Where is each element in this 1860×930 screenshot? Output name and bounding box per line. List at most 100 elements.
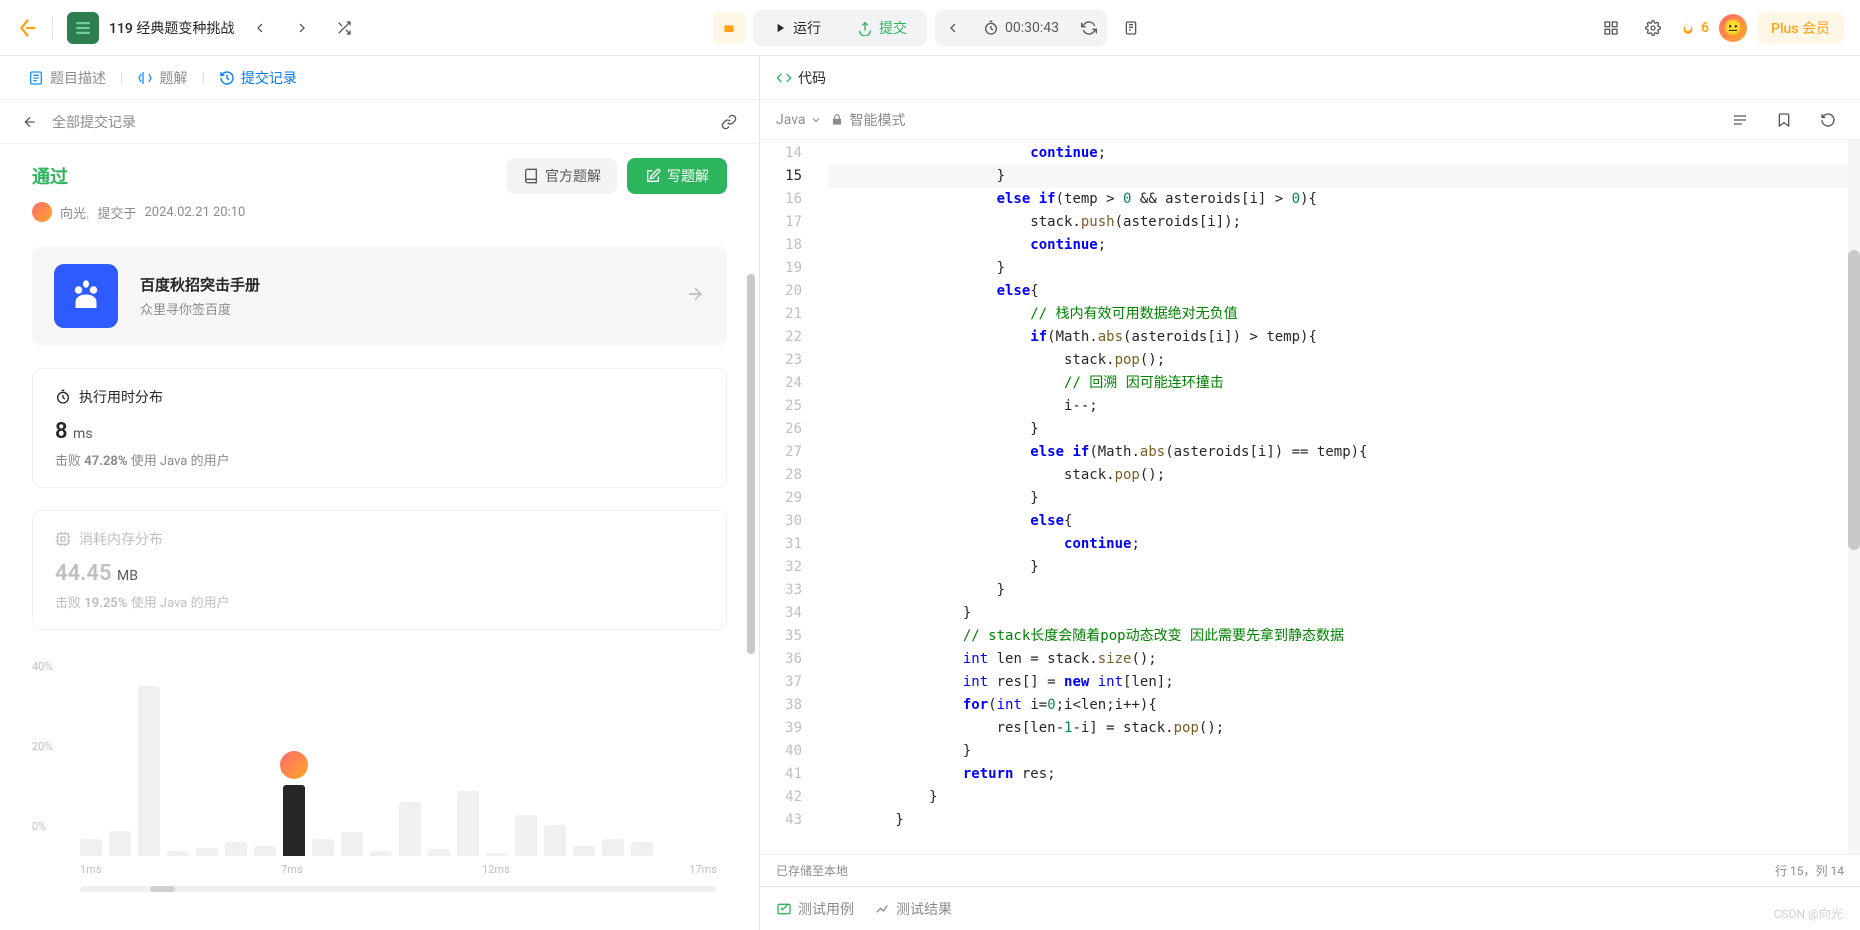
code-tab-label: 代码 — [798, 68, 826, 88]
chart-bar[interactable] — [341, 832, 363, 856]
shuffle-button[interactable] — [328, 12, 360, 44]
smart-mode-toggle[interactable]: 智能模式 — [830, 110, 906, 130]
tab-label: 提交记录 — [241, 68, 297, 88]
tab-submissions[interactable]: 提交记录 — [209, 56, 307, 100]
y-axis-label: 0% — [32, 820, 46, 833]
chart-bar[interactable] — [631, 842, 653, 856]
tab-label: 题解 — [159, 68, 187, 88]
write-solution-button[interactable]: 写题解 — [627, 158, 727, 194]
settings-button[interactable] — [1637, 12, 1669, 44]
code-editor[interactable]: 1415161718192021222324252627282930313233… — [760, 140, 1860, 854]
tab-testcases[interactable]: 测试用例 — [776, 899, 854, 919]
back-button[interactable] — [18, 110, 42, 134]
chart-bar[interactable] — [602, 839, 624, 856]
bookmark-button[interactable] — [1768, 104, 1800, 136]
chart-bar[interactable] — [254, 846, 276, 856]
y-axis-label: 40% — [32, 660, 52, 673]
code-tab[interactable]: 代码 — [776, 68, 826, 88]
chart-bar[interactable] — [283, 785, 305, 856]
tab-label: 题目描述 — [50, 68, 106, 88]
chart-bar[interactable] — [428, 849, 450, 856]
submit-button[interactable]: 提交 — [839, 12, 925, 44]
author-name[interactable]: 向光. — [60, 203, 89, 222]
chart-bar[interactable] — [80, 839, 102, 856]
save-status: 已存储至本地 — [776, 862, 848, 879]
timer-display[interactable]: 00:30:43 — [973, 12, 1069, 44]
breadcrumb-all[interactable]: 全部提交记录 — [52, 112, 136, 132]
format-button[interactable] — [1724, 104, 1756, 136]
tab-solution[interactable]: 题解 — [127, 56, 197, 100]
chart-scrollbar[interactable] — [80, 886, 717, 892]
tab-separator: | — [120, 70, 123, 86]
run-label: 运行 — [793, 18, 821, 38]
chart-bar[interactable] — [544, 825, 566, 856]
divider — [52, 16, 53, 40]
cursor-position: 行 15，列 14 — [1775, 862, 1844, 879]
smart-mode-label: 智能模式 — [850, 110, 906, 130]
official-solution-label: 官方题解 — [545, 166, 601, 186]
chart-bar[interactable] — [312, 839, 334, 856]
streak-display[interactable]: 6 — [1679, 19, 1709, 37]
timer-prev-button[interactable] — [937, 12, 969, 44]
notes-button[interactable] — [1115, 12, 1147, 44]
chart-bar[interactable] — [486, 853, 508, 856]
tab-label: 测试结果 — [896, 899, 952, 919]
language-selector[interactable]: Java — [776, 112, 822, 128]
tab-results[interactable]: 测试结果 — [874, 899, 952, 919]
official-solution-button[interactable]: 官方题解 — [507, 158, 617, 194]
next-problem-button[interactable] — [286, 12, 318, 44]
run-submit-group: 运行 提交 — [753, 10, 927, 46]
memory-beats-pct: 19.25% — [84, 596, 127, 611]
chart-bar[interactable] — [138, 686, 160, 856]
submit-label: 提交 — [879, 18, 907, 38]
chart-bar[interactable] — [109, 831, 131, 857]
chart-bar[interactable] — [515, 815, 537, 856]
timer-group: 00:30:43 — [935, 10, 1107, 46]
chart-bar[interactable] — [196, 848, 218, 857]
tab-label: 测试用例 — [798, 899, 854, 919]
author-avatar[interactable] — [32, 202, 52, 222]
memory-title: 消耗内存分布 — [79, 529, 163, 549]
watermark: CSDN @向光. — [1774, 905, 1846, 922]
problem-title[interactable]: 119 经典题变种挑战 — [109, 18, 234, 38]
layout-button[interactable] — [1595, 12, 1627, 44]
debug-icon[interactable] — [713, 12, 745, 44]
submitted-label: 提交于 — [97, 203, 136, 222]
runtime-title: 执行用时分布 — [79, 387, 163, 407]
arrow-right-icon — [685, 284, 705, 308]
problem-list-icon[interactable] — [67, 12, 99, 44]
timer-value: 00:30:43 — [1005, 20, 1059, 36]
memory-unit: MB — [117, 568, 138, 584]
streak-value: 6 — [1701, 20, 1709, 36]
runtime-unit: ms — [73, 426, 93, 442]
timer-reset-button[interactable] — [1073, 12, 1105, 44]
chart-bar[interactable] — [399, 802, 421, 856]
language-value: Java — [776, 112, 806, 128]
leetcode-logo-icon[interactable] — [16, 17, 38, 39]
editor-scrollbar[interactable] — [1848, 140, 1860, 854]
submitted-timestamp: 2024.02.21 20:10 — [144, 205, 245, 220]
promo-subtitle: 众里寻你签百度 — [140, 299, 663, 318]
runtime-card: 执行用时分布 8 ms 击败 47.28% 使用 Java 的用户 — [32, 368, 727, 488]
chart-bar[interactable] — [573, 846, 595, 856]
left-scrollbar[interactable] — [747, 274, 755, 920]
chart-bar[interactable] — [370, 851, 392, 856]
copy-link-button[interactable] — [717, 110, 741, 134]
tab-description[interactable]: 题目描述 — [18, 56, 116, 100]
y-axis-label: 20% — [32, 740, 52, 753]
memory-card[interactable]: 消耗内存分布 44.45 MB 击败 19.25% 使用 Java 的用户 — [32, 510, 727, 630]
tab-separator: | — [201, 70, 204, 86]
user-avatar[interactable]: 😐 — [1719, 14, 1747, 42]
promo-title: 百度秋招突击手册 — [140, 274, 663, 295]
chart-bar[interactable] — [167, 851, 189, 856]
chart-bar[interactable] — [225, 842, 247, 856]
submission-status: 通过 — [32, 163, 68, 189]
runtime-value: 8 — [55, 419, 68, 444]
prev-problem-button[interactable] — [244, 12, 276, 44]
write-solution-label: 写题解 — [667, 166, 709, 186]
promo-card[interactable]: 百度秋招突击手册 众里寻你签百度 — [32, 246, 727, 346]
chart-bar[interactable] — [457, 791, 479, 856]
reset-code-button[interactable] — [1812, 104, 1844, 136]
plus-badge[interactable]: Plus 会员 — [1757, 12, 1844, 44]
run-button[interactable]: 运行 — [755, 12, 839, 44]
